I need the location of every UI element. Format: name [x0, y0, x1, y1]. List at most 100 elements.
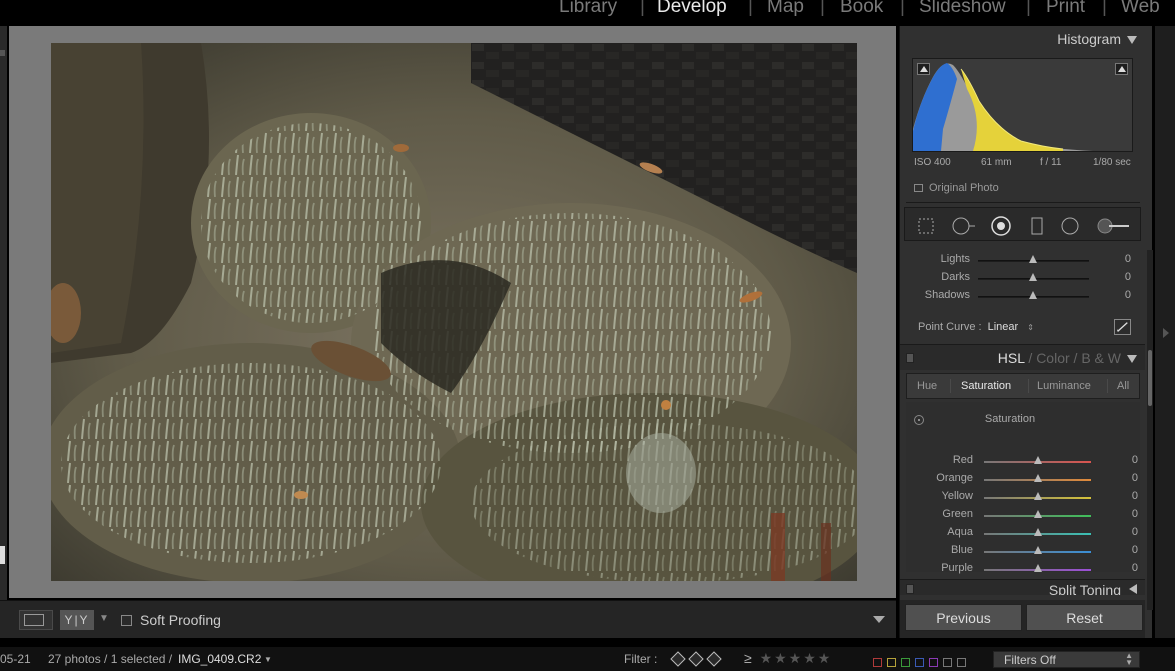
image-canvas[interactable]	[9, 26, 896, 598]
collapse-triangle-icon[interactable]	[1127, 355, 1137, 363]
collapse-triangle-icon[interactable]	[1127, 36, 1137, 44]
color-label-swatch[interactable]	[873, 658, 882, 667]
slider-thumb[interactable]	[1029, 291, 1037, 299]
slider-thumb[interactable]	[1033, 510, 1042, 518]
split-toning-header[interactable]: Split Toning	[900, 579, 1145, 595]
point-curve-value[interactable]: Linear	[988, 321, 1019, 333]
color-label-swatch[interactable]	[887, 658, 896, 667]
slider-value[interactable]: 0	[1132, 562, 1138, 574]
color-label-filter[interactable]	[873, 654, 971, 671]
slider-thumb[interactable]	[1033, 564, 1042, 572]
slider-blue[interactable]: Blue 0	[906, 542, 1140, 560]
histogram-header[interactable]: Histogram	[900, 26, 1145, 52]
slider-label: Green	[942, 508, 973, 520]
panel-toggle-switch[interactable]	[906, 584, 914, 594]
adjustment-brush-icon[interactable]	[1095, 217, 1131, 235]
toolbar-menu-icon[interactable]	[873, 616, 885, 623]
slider-red[interactable]: Red 0	[906, 452, 1140, 470]
expand-triangle-icon[interactable]	[1129, 584, 1137, 594]
histogram[interactable]	[912, 58, 1133, 152]
chevron-down-icon[interactable]: ▼	[99, 613, 109, 624]
spot-removal-icon[interactable]	[951, 217, 977, 235]
slider-value[interactable]: 0	[1132, 526, 1138, 538]
slider-label: Darks	[941, 271, 970, 283]
hsl-panel-header[interactable]: HSL / Color / B & W	[900, 344, 1145, 370]
tab-hsl[interactable]: HSL	[998, 350, 1025, 366]
slider-thumb[interactable]	[1033, 456, 1042, 464]
slider-thumb[interactable]	[1029, 273, 1037, 281]
crop-overlay-icon[interactable]	[917, 217, 935, 235]
module-print[interactable]: Print	[1046, 0, 1085, 18]
graduated-filter-icon[interactable]	[1028, 217, 1046, 235]
slider-shadows[interactable]: Shadows 0	[900, 287, 1145, 305]
slider-orange[interactable]: Orange 0	[906, 470, 1140, 488]
module-map[interactable]: Map	[767, 0, 804, 18]
loupe-view-button[interactable]	[19, 610, 53, 630]
color-label-swatch[interactable]	[901, 658, 910, 667]
module-develop[interactable]: Develop	[657, 0, 727, 18]
original-photo-toggle[interactable]: Original Photo	[914, 182, 999, 194]
tab-all[interactable]: All	[1117, 380, 1129, 392]
left-panel-collapsed[interactable]	[0, 26, 7, 601]
tab-saturation[interactable]: Saturation	[961, 380, 1011, 392]
filter-label: Filter :	[624, 652, 658, 666]
panel-toggle-switch[interactable]	[906, 353, 914, 363]
slider-value[interactable]: 0	[1132, 472, 1138, 484]
module-web[interactable]: Web	[1121, 0, 1160, 18]
color-label-swatch[interactable]	[943, 658, 952, 667]
before-after-button[interactable]: Y|Y	[60, 610, 94, 630]
slider-value[interactable]: 0	[1132, 454, 1138, 466]
tab-color[interactable]: Color	[1036, 350, 1069, 366]
radial-filter-icon[interactable]	[1061, 217, 1079, 235]
slider-darks[interactable]: Darks 0	[900, 269, 1145, 287]
tab-hue[interactable]: Hue	[917, 380, 937, 392]
soft-proofing-checkbox[interactable]	[121, 615, 132, 626]
slider-thumb[interactable]	[1029, 255, 1037, 263]
point-curve-select[interactable]: Point Curve : Linear ⇕	[918, 321, 1034, 333]
previous-button[interactable]: Previous	[905, 604, 1022, 631]
slider-aqua[interactable]: Aqua 0	[906, 524, 1140, 542]
slider-value[interactable]: 0	[1132, 544, 1138, 556]
slider-lights[interactable]: Lights 0	[900, 251, 1145, 269]
slider-thumb[interactable]	[1033, 546, 1042, 554]
slider-value[interactable]: 0	[1125, 271, 1131, 283]
rating-filter[interactable]: ≥ ★★★★★	[744, 650, 832, 667]
color-label-swatch[interactable]	[929, 658, 938, 667]
filename[interactable]: IMG_0409.CR2	[178, 652, 261, 666]
filters-select[interactable]: Filters Off ▲ ▼	[993, 651, 1140, 668]
flag-filter-icons[interactable]	[668, 650, 728, 668]
slider-label: Red	[952, 454, 973, 466]
left-strip-notch	[0, 546, 5, 564]
edit-curve-icon[interactable]	[1114, 319, 1131, 335]
tab-bw[interactable]: B & W	[1081, 350, 1121, 366]
module-book[interactable]: Book	[840, 0, 883, 18]
slider-green[interactable]: Green 0	[906, 506, 1140, 524]
slider-thumb[interactable]	[1033, 492, 1042, 500]
color-label-swatch[interactable]	[957, 658, 966, 667]
photo-preview[interactable]	[51, 43, 857, 581]
slider-value[interactable]: 0	[1125, 253, 1131, 265]
slider-value[interactable]: 0	[1132, 490, 1138, 502]
rating-operator[interactable]: ≥	[744, 650, 754, 666]
expand-arrow-icon[interactable]	[1163, 328, 1169, 338]
module-slideshow[interactable]: Slideshow	[919, 0, 1006, 18]
color-label-swatch[interactable]	[915, 658, 924, 667]
chevron-down-icon[interactable]: ▼	[264, 655, 272, 664]
scrollbar-thumb[interactable]	[1148, 350, 1152, 406]
reset-button[interactable]: Reset	[1026, 604, 1143, 631]
star-icons[interactable]: ★★★★★	[760, 650, 833, 666]
tab-luminance[interactable]: Luminance	[1037, 380, 1091, 392]
shadow-clipping-toggle[interactable]	[917, 63, 930, 75]
slider-value[interactable]: 0	[1132, 508, 1138, 520]
slider-thumb[interactable]	[1033, 474, 1042, 482]
original-photo-checkbox[interactable]	[914, 184, 923, 192]
module-library[interactable]: Library	[559, 0, 617, 18]
red-eye-icon[interactable]	[991, 216, 1011, 236]
slider-purple[interactable]: Purple 0	[906, 560, 1140, 578]
slider-thumb[interactable]	[1033, 528, 1042, 536]
slider-yellow[interactable]: Yellow 0	[906, 488, 1140, 506]
right-edge-strip[interactable]	[1155, 26, 1175, 638]
highlight-clipping-toggle[interactable]	[1115, 63, 1128, 75]
slider-value[interactable]: 0	[1125, 289, 1131, 301]
right-panel-scrollbar[interactable]	[1147, 250, 1153, 610]
